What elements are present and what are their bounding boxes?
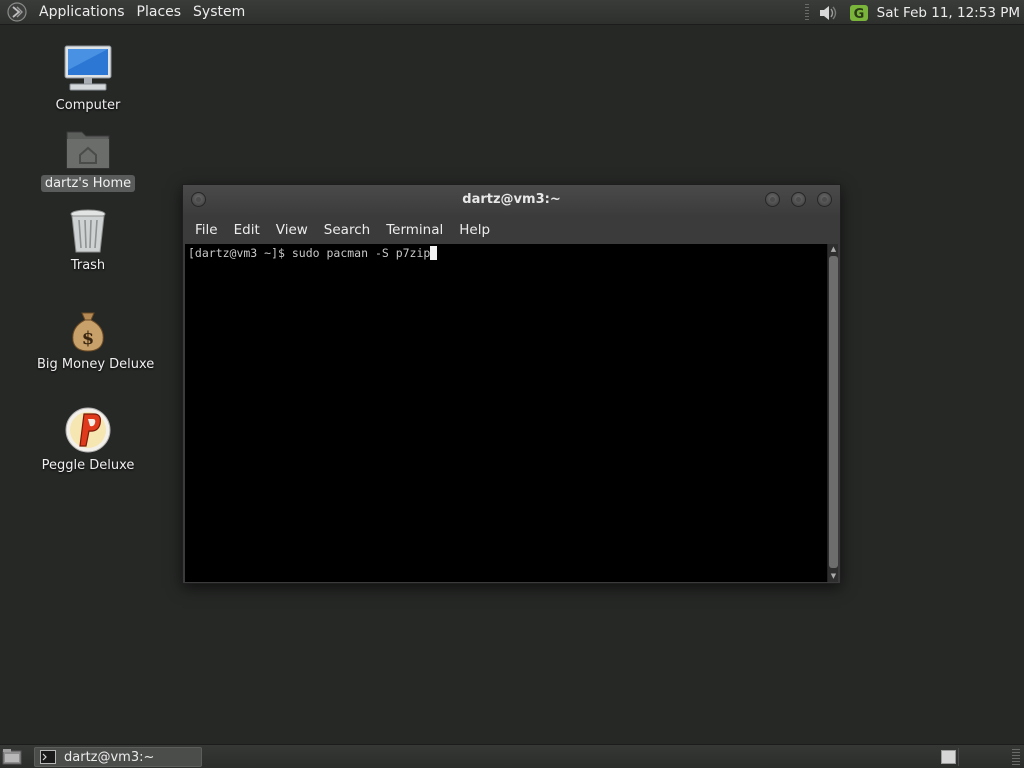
- desktop-icon-label: Trash: [70, 258, 106, 273]
- update-icon[interactable]: G: [849, 3, 869, 23]
- terminal-output[interactable]: [dartz@vm3 ~]$ sudo pacman -S p7zip: [185, 244, 827, 582]
- window-menu-button[interactable]: [191, 192, 206, 207]
- svg-text:G: G: [853, 7, 864, 22]
- menu-edit[interactable]: Edit: [226, 222, 268, 238]
- clock[interactable]: Sat Feb 11, 12:53 PM: [877, 5, 1020, 21]
- menu-terminal[interactable]: Terminal: [378, 222, 451, 238]
- menu-system[interactable]: System: [187, 0, 251, 25]
- peggle-icon: [65, 407, 111, 453]
- workspace-switcher-1[interactable]: [941, 750, 956, 764]
- trash-icon: [70, 209, 106, 253]
- home-folder-icon: [66, 131, 110, 169]
- desktop-icon-label: Computer: [55, 98, 121, 113]
- bottom-panel: dartz@vm3:~: [0, 744, 1024, 768]
- show-desktop-icon[interactable]: [2, 748, 22, 766]
- scroll-up-arrow-icon[interactable]: ▲: [829, 245, 838, 254]
- prompt-line: [dartz@vm3 ~]$ sudo pacman -S p7zip: [188, 245, 824, 261]
- minimize-button[interactable]: [765, 192, 780, 207]
- terminal-icon: [40, 750, 56, 764]
- distro-logo-icon[interactable]: [7, 2, 27, 22]
- money-bag-icon: $: [72, 312, 104, 352]
- scroll-down-arrow-icon[interactable]: ▼: [829, 572, 838, 581]
- panel-grip: [804, 3, 809, 22]
- text-cursor: [430, 246, 438, 260]
- close-button[interactable]: [817, 192, 832, 207]
- terminal-scrollbar[interactable]: ▲ ▼: [827, 244, 838, 582]
- menu-view[interactable]: View: [268, 222, 316, 238]
- menu-applications[interactable]: Applications: [33, 0, 131, 25]
- terminal-titlebar[interactable]: dartz@vm3:~: [183, 185, 840, 215]
- svg-text:$: $: [82, 328, 95, 349]
- menu-search[interactable]: Search: [316, 222, 378, 238]
- menu-places[interactable]: Places: [131, 0, 188, 25]
- desktop-icon-computer[interactable]: Computer: [33, 44, 143, 114]
- window-title: dartz@vm3:~: [462, 192, 561, 207]
- typed-command: sudo pacman -S p7zip: [291, 246, 431, 260]
- menu-help[interactable]: Help: [451, 222, 498, 238]
- desktop-icon-trash[interactable]: Trash: [33, 208, 143, 274]
- panel-grip: [1012, 749, 1020, 765]
- volume-icon[interactable]: [817, 3, 839, 23]
- desktop-icon-peggle[interactable]: Peggle Deluxe: [33, 406, 143, 474]
- computer-icon: [64, 45, 112, 91]
- desktop-icon-label: Peggle Deluxe: [41, 458, 135, 473]
- taskbar-button-label: dartz@vm3:~: [64, 749, 155, 765]
- top-panel-tray: G Sat Feb 11, 12:53 PM: [804, 0, 1024, 25]
- taskbar-terminal-button[interactable]: dartz@vm3:~: [34, 747, 202, 767]
- desktop-icon-home[interactable]: dartz's Home: [33, 126, 143, 192]
- terminal-window: dartz@vm3:~ File Edit View Search Termin…: [182, 184, 841, 584]
- workspace-switcher-2[interactable]: [958, 748, 1010, 766]
- menu-file[interactable]: File: [187, 222, 226, 238]
- maximize-button[interactable]: [791, 192, 806, 207]
- terminal-menubar: File Edit View Search Terminal Help: [183, 215, 840, 244]
- desktop-icon-label: dartz's Home: [40, 175, 136, 192]
- shell-prompt: [dartz@vm3 ~]$: [188, 246, 292, 260]
- desktop-icon-big-money[interactable]: $ Big Money Deluxe: [33, 309, 154, 373]
- desktop-icon-label: Big Money Deluxe: [37, 357, 155, 372]
- top-panel: Applications Places System G Sat Feb 11,…: [0, 0, 1024, 25]
- scrollbar-thumb[interactable]: [829, 256, 838, 568]
